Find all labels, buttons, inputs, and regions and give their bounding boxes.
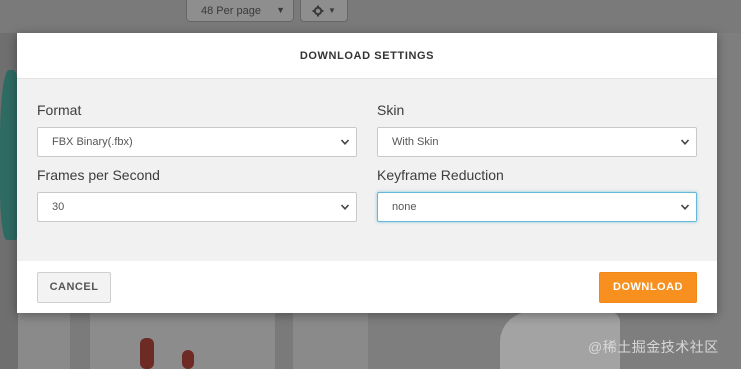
skin-label: Skin bbox=[377, 102, 405, 118]
settings-row: Frames per Second 30 Keyframe Reduction … bbox=[37, 167, 697, 222]
format-label: Format bbox=[37, 102, 82, 118]
download-settings-dialog: DOWNLOAD SETTINGS Format FBX Binary(.fbx… bbox=[17, 33, 717, 313]
chevron-down-icon bbox=[680, 139, 690, 145]
fps-value: 30 bbox=[52, 201, 65, 213]
settings-row: Format FBX Binary(.fbx) Skin With Skin bbox=[37, 102, 697, 157]
bg-toolbar bbox=[0, 0, 741, 33]
cancel-button[interactable]: CANCEL bbox=[37, 271, 111, 303]
gear-icon bbox=[312, 5, 324, 16]
dialog-title: DOWNLOAD SETTINGS bbox=[299, 49, 435, 62]
keyframe-reduction-select[interactable]: none bbox=[377, 192, 697, 222]
fps-field: Frames per Second 30 bbox=[37, 167, 357, 222]
skin-field: Skin With Skin bbox=[377, 102, 697, 157]
format-select[interactable]: FBX Binary(.fbx) bbox=[37, 127, 357, 157]
format-field: Format FBX Binary(.fbx) bbox=[37, 102, 357, 157]
fps-label: Frames per Second bbox=[37, 167, 160, 183]
per-page-value: 48 Per page bbox=[201, 4, 261, 17]
watermark: @稀土掘金技术社区 bbox=[588, 339, 719, 355]
bg-character-thumbnail bbox=[182, 350, 194, 369]
dialog-footer: CANCEL DOWNLOAD bbox=[17, 261, 717, 313]
dialog-body: Format FBX Binary(.fbx) Skin With Skin F… bbox=[17, 79, 717, 261]
chevron-down-icon: ▼ bbox=[328, 6, 336, 15]
download-button[interactable]: DOWNLOAD bbox=[599, 271, 697, 303]
chevron-down-icon bbox=[680, 204, 690, 210]
bg-character-thumbnail bbox=[140, 338, 154, 369]
chevron-down-icon bbox=[340, 139, 350, 145]
fps-select[interactable]: 30 bbox=[37, 192, 357, 222]
per-page-select[interactable]: 48 Per page ▼ bbox=[186, 0, 294, 22]
settings-dropdown-button[interactable]: ▼ bbox=[300, 0, 348, 22]
keyframe-reduction-label: Keyframe Reduction bbox=[377, 167, 504, 183]
keyframe-reduction-value: none bbox=[392, 201, 417, 213]
dialog-header: DOWNLOAD SETTINGS bbox=[17, 33, 717, 79]
chevron-down-icon bbox=[340, 204, 350, 210]
keyframe-reduction-field: Keyframe Reduction none bbox=[377, 167, 697, 222]
skin-select[interactable]: With Skin bbox=[377, 127, 697, 157]
format-value: FBX Binary(.fbx) bbox=[52, 136, 133, 148]
chevron-down-icon: ▼ bbox=[276, 5, 285, 15]
skin-value: With Skin bbox=[392, 136, 439, 148]
